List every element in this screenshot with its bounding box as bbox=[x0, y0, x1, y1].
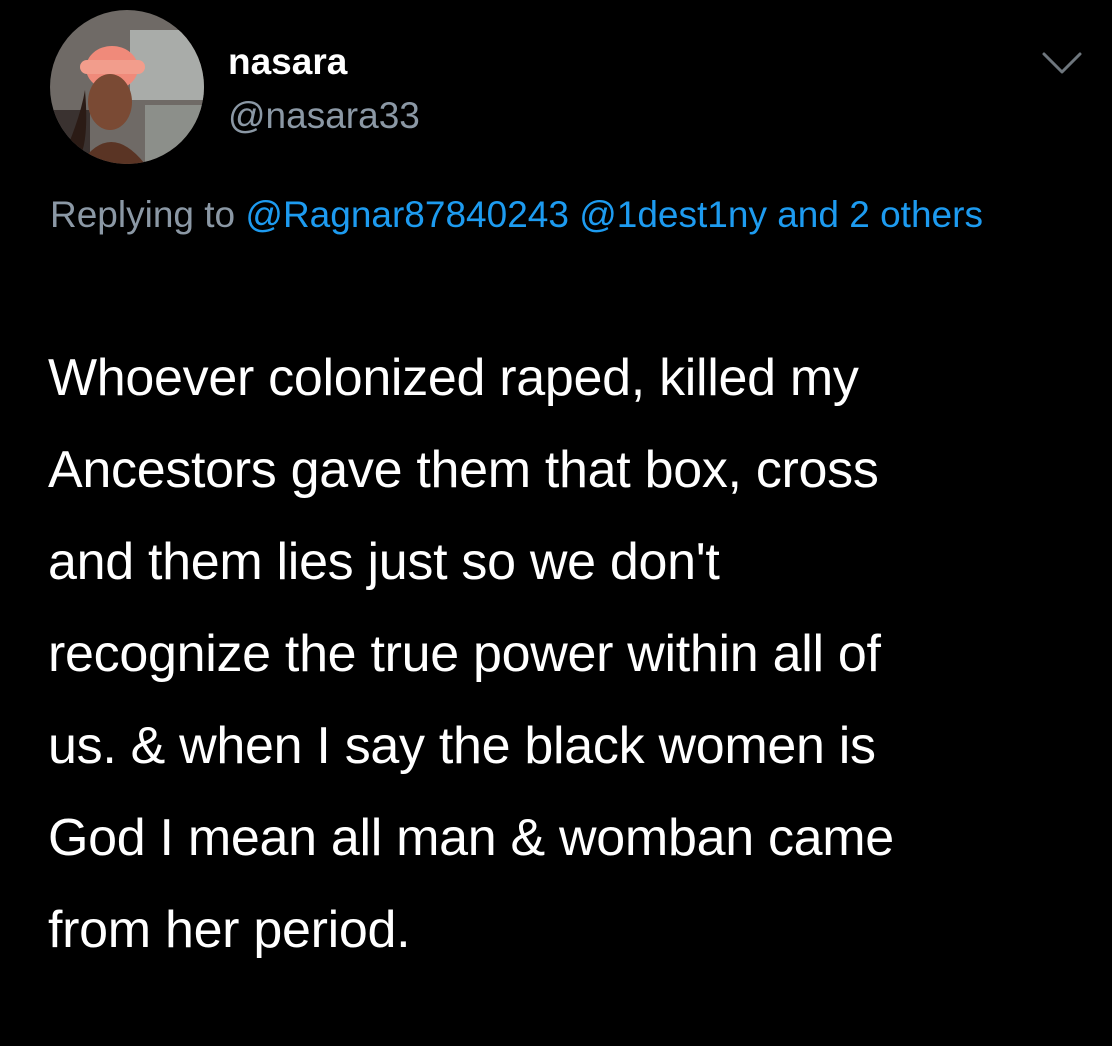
chevron-down-icon[interactable] bbox=[1040, 48, 1084, 78]
replying-to: Replying to @Ragnar87840243 @1dest1ny an… bbox=[50, 184, 1080, 246]
mention-link[interactable]: @Ragnar87840243 bbox=[245, 194, 569, 235]
avatar-photo-icon bbox=[50, 10, 204, 164]
replying-to-prefix: Replying to bbox=[50, 194, 246, 235]
tweet: nasara @nasara33 Replying to @Ragnar8784… bbox=[0, 0, 1112, 1046]
author-display-name[interactable]: nasara bbox=[228, 40, 347, 84]
tweet-text: Whoever colonized raped, killed my Ances… bbox=[48, 349, 894, 959]
others-link[interactable]: and 2 others bbox=[777, 194, 983, 235]
author-handle[interactable]: @nasara33 bbox=[228, 94, 420, 138]
mention-link[interactable]: @1dest1ny bbox=[579, 194, 767, 235]
author-avatar[interactable] bbox=[50, 10, 204, 164]
